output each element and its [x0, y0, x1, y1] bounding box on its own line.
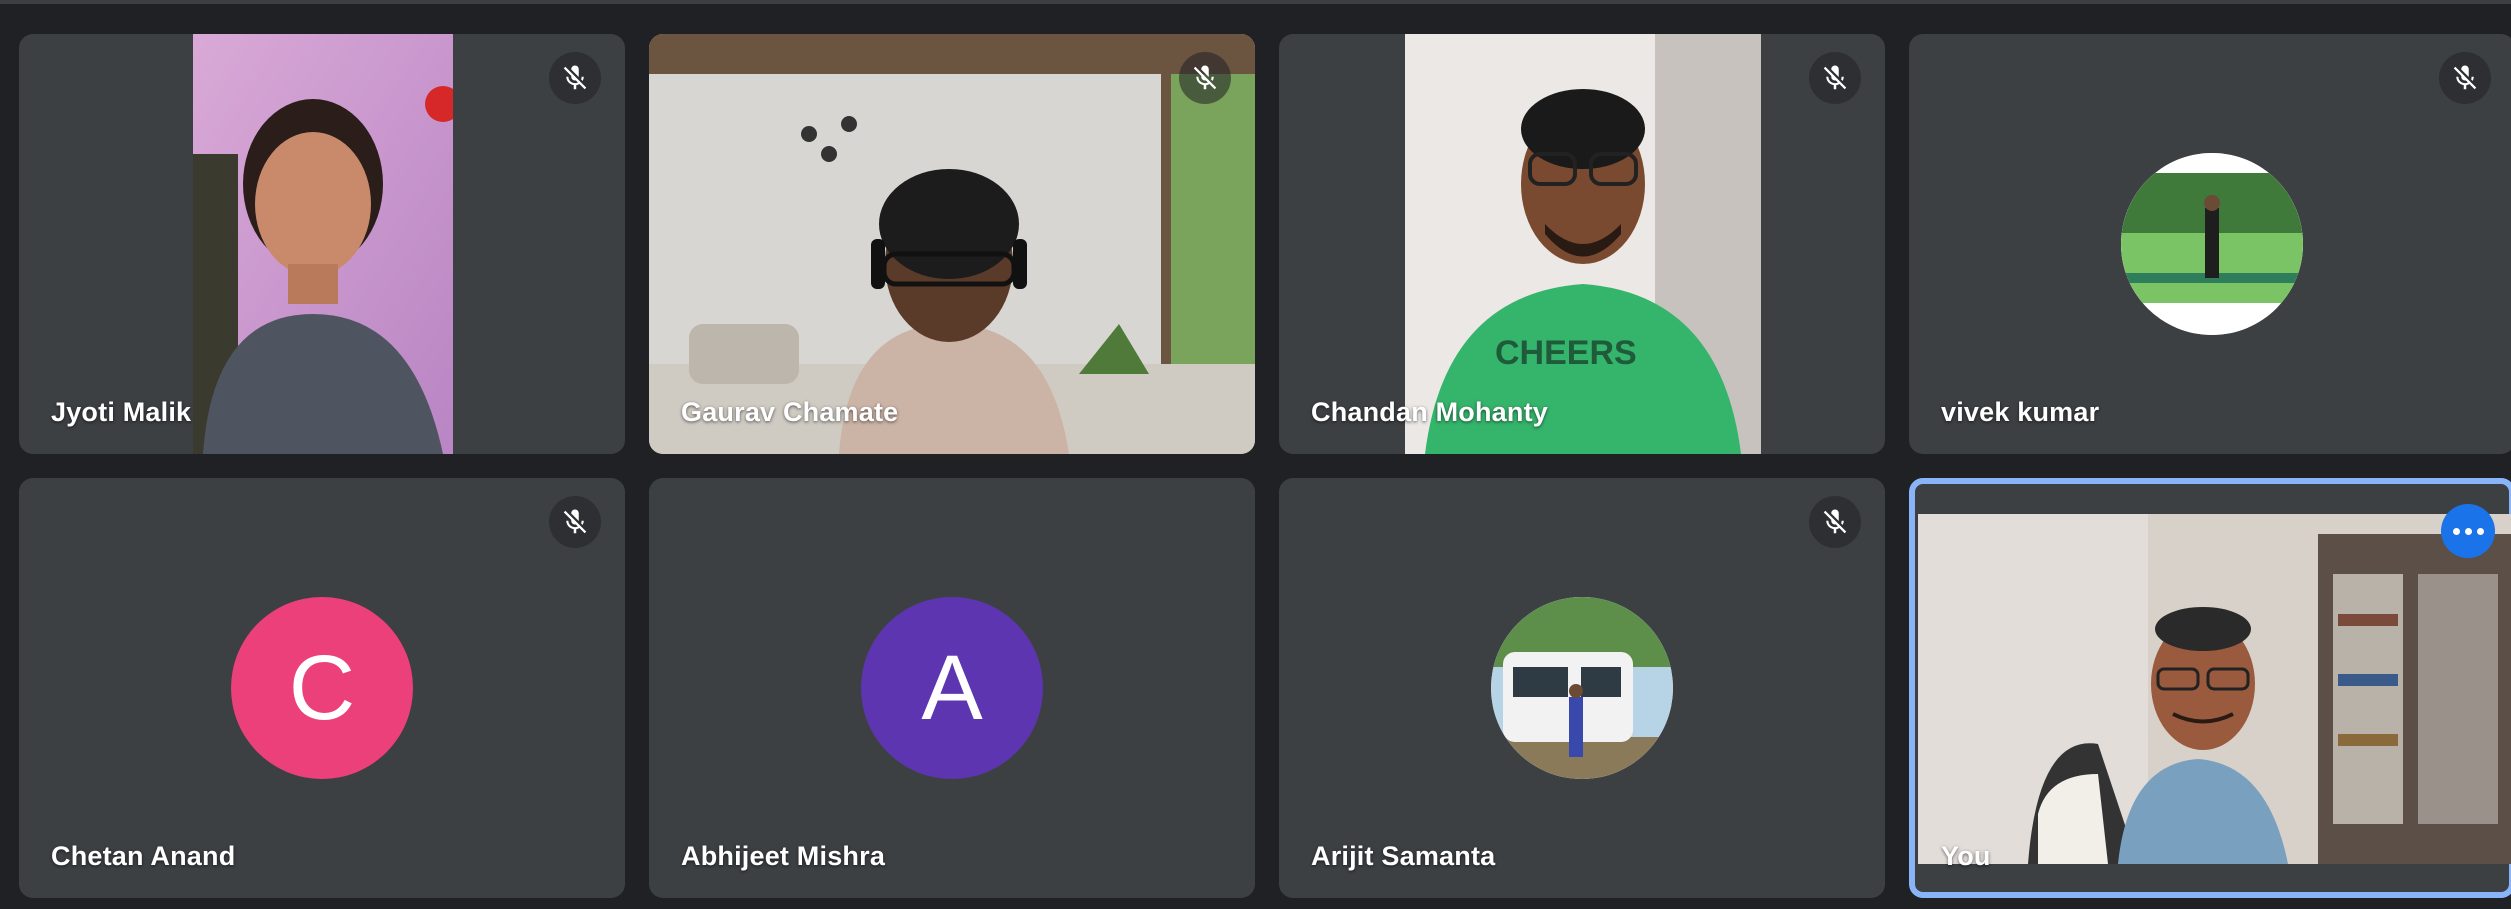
participant-tile-chandan-mohanty[interactable]: CHEERS Chandan Mohanty	[1279, 34, 1885, 454]
mic-off-icon	[1809, 496, 1861, 548]
participant-tile-abhijeet-mishra[interactable]: A Abhijeet Mishra	[649, 478, 1255, 898]
participant-name: vivek kumar	[1941, 397, 2100, 427]
participant-name: Chandan Mohanty	[1311, 397, 1548, 427]
participant-name: Gaurav Chamate	[681, 397, 899, 427]
participant-video	[649, 34, 1255, 454]
mic-off-icon	[549, 52, 601, 104]
mic-off-icon	[2439, 52, 2491, 104]
participant-video	[193, 34, 453, 454]
avatar: A	[861, 597, 1043, 779]
participant-name: You	[1941, 841, 1991, 871]
avatar	[2121, 153, 2303, 335]
participant-tile-chetan-anand[interactable]: C Chetan Anand	[19, 478, 625, 898]
participant-tile-you[interactable]: You	[1909, 478, 2511, 898]
mic-off-icon	[1809, 52, 1861, 104]
participant-grid: Jyoti Malik Gaurav Chamate CHEERS Chanda…	[0, 0, 2511, 909]
avatar	[1491, 597, 1673, 779]
mic-off-icon	[1179, 52, 1231, 104]
participant-tile-arijit-samanta[interactable]: Arijit Samanta	[1279, 478, 1885, 898]
participant-tile-jyoti-malik[interactable]: Jyoti Malik	[19, 34, 625, 454]
participant-tile-gaurav-chamate[interactable]: Gaurav Chamate	[649, 34, 1255, 454]
participant-name: Jyoti Malik	[51, 397, 192, 427]
svg-text:CHEERS: CHEERS	[1495, 334, 1637, 372]
more-options-icon[interactable]	[2441, 504, 2495, 558]
participant-video: CHEERS	[1405, 34, 1761, 454]
participant-name: Arijit Samanta	[1311, 841, 1496, 871]
participant-name: Chetan Anand	[51, 841, 236, 871]
participant-tile-vivek-kumar[interactable]: vivek kumar	[1909, 34, 2511, 454]
avatar: C	[231, 597, 413, 779]
mic-off-icon	[549, 496, 601, 548]
participant-name: Abhijeet Mishra	[681, 841, 886, 871]
self-video	[1918, 514, 2511, 864]
